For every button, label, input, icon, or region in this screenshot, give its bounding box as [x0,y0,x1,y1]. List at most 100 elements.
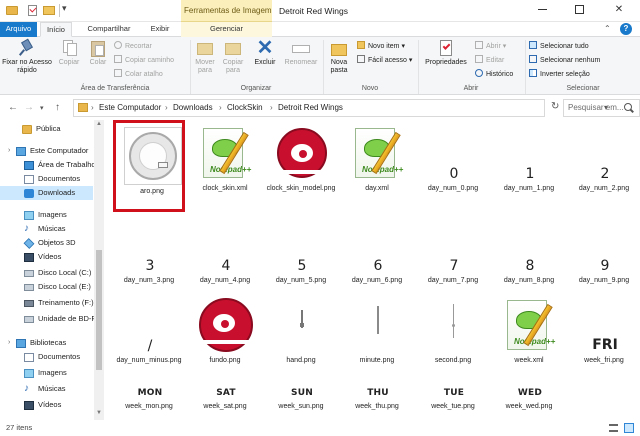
large-icons-view-icon[interactable] [624,423,634,433]
navigation-pane-scrollbar[interactable]: ▲ ▼ [94,120,104,420]
properties-quick-access-icon[interactable] [26,4,40,17]
nav-item[interactable]: ♪ Músicas [0,382,93,396]
breadcrumb-detroit-red-wings[interactable]: Detroit Red Wings [278,103,343,112]
breadcrumb-clockskin[interactable]: ClockSkin [227,103,263,112]
rename-button[interactable]: Renomear [282,39,320,67]
nav-item[interactable]: ♪ Músicas [0,222,93,236]
scroll-down-arrow-icon[interactable]: ▼ [96,410,102,416]
nav-item[interactable]: Área de Trabalho [0,158,96,172]
tab-home[interactable]: Início [40,22,72,37]
collapse-ribbon-chevron-up-icon[interactable]: ⌃ [604,24,611,33]
maximize-button[interactable] [564,0,594,21]
tab-manage[interactable]: Gerenciar [181,22,272,37]
tab-file[interactable]: Arquivo [0,22,37,37]
select-none-button[interactable]: Selecionar nenhum [529,55,600,65]
breadcrumb-downloads[interactable]: Downloads [173,103,213,112]
edit-button[interactable]: Editar [475,55,504,65]
delete-button[interactable]: ✕ Excluir [251,38,279,67]
open-group-label: Abrir [463,85,479,92]
pin-quick-access-button[interactable]: Fixar no Acesso rápido [2,38,52,75]
file-item[interactable]: SAT week_sat.png [189,376,261,416]
nav-item[interactable]: Disco Local (E:) [0,280,93,294]
select-all-button[interactable]: Selecionar tudo [529,41,589,51]
breadcrumb-separator[interactable]: › [165,103,168,112]
recent-locations-chevron-down-icon[interactable]: ▾ [40,104,44,112]
breadcrumb-separator[interactable]: › [91,103,94,112]
file-name: day_num_7.png [427,277,479,284]
new-folder-quick-access-icon[interactable] [42,4,56,17]
breadcrumb-this-pc[interactable]: Este Computador [99,103,161,112]
file-item[interactable]: THU week_thu.png [341,376,413,416]
address-bar[interactable]: › Este Computador › Downloads › ClockSki… [73,99,608,117]
move-to-button[interactable]: Mover para [191,39,219,75]
file-item[interactable]: 4 day_num_4.png [189,250,261,290]
nav-item[interactable]: Disco Local (C:) [0,266,93,280]
nav-item[interactable]: Downloads [0,186,93,200]
minimize-button[interactable] [527,0,557,21]
cut-button[interactable]: Recortar [114,41,152,51]
file-item[interactable]: 3 day_num_3.png [113,250,185,290]
file-item[interactable]: FRI week_fri.png [568,292,640,384]
folder-icon[interactable] [5,4,19,17]
file-item[interactable]: TUE week_tue.png [417,376,489,416]
file-item[interactable]: SUN week_sun.png [265,376,337,416]
scrollbar-thumb[interactable] [96,250,102,370]
refresh-icon[interactable]: ↻ [551,101,559,112]
expand-chevron-icon[interactable]: › [8,144,10,158]
tab-view[interactable]: Exibir [148,22,172,37]
help-icon[interactable]: ? [620,23,632,35]
copy-button[interactable]: Copiar [55,39,83,67]
file-item[interactable]: MON week_mon.png [113,376,185,416]
file-item[interactable]: 7 day_num_7.png [417,250,489,290]
paste-button[interactable]: Colar [84,39,112,67]
properties-label: Propriedades [425,59,467,66]
paste-shortcut-button[interactable]: Colar atalho [114,69,163,79]
up-arrow-icon[interactable]: ↑ [55,102,60,113]
tab-share[interactable]: Compartilhar [83,22,135,37]
copy-to-button[interactable]: Copiar para [219,39,247,75]
file-item[interactable]: 5 day_num_5.png [265,250,337,290]
forward-arrow-icon[interactable]: → [24,102,34,113]
file-item[interactable]: clock_skin_model.png [265,120,337,212]
file-item[interactable]: Notepad++ clock_skin.xml [189,120,261,212]
nav-item[interactable]: Documentos [0,172,93,186]
properties-button[interactable]: Propriedades [421,39,471,67]
nav-item[interactable]: Documentos [0,350,93,364]
open-button[interactable]: Abrir ▾ [475,41,506,51]
nav-item[interactable]: › Bibliotecas [0,336,93,350]
new-item-button[interactable]: Novo item ▾ [357,41,405,51]
nav-item[interactable]: Treinamento (F:) [0,296,94,310]
expand-chevron-icon[interactable]: › [8,336,10,350]
nav-item[interactable]: Objetos 3D [0,236,93,250]
nav-item[interactable]: Imagens [0,208,93,222]
nav-item[interactable]: Vídeos [0,398,93,412]
close-button[interactable]: ✕ [604,0,634,21]
scroll-up-arrow-icon[interactable]: ▲ [96,121,102,127]
file-item[interactable]: Notepad++ day.xml [341,120,413,212]
search-input[interactable]: Pesquisar em... [563,99,640,117]
nav-item[interactable]: Pública [0,122,93,136]
file-item[interactable]: 6 day_num_6.png [341,250,413,290]
file-item[interactable]: 8 day_num_8.png [493,250,565,290]
nav-item[interactable]: Unidade de BD-R [0,312,97,326]
nav-item[interactable]: Imagens [0,366,93,380]
customize-quick-access-chevron-down-icon[interactable]: ▾ [62,3,67,14]
easy-access-button[interactable]: Fácil acesso ▾ [357,55,412,65]
details-view-icon[interactable] [609,424,618,432]
open-icon [475,41,483,49]
nav-item[interactable]: Vídeos [0,250,93,264]
file-item[interactable]: 9 day_num_9.png [568,250,640,290]
file-item[interactable]: 1 day_num_1.png [493,120,565,212]
nav-item[interactable]: › Este Computador [0,144,93,158]
invert-selection-button[interactable]: Inverter seleção [529,69,590,79]
breadcrumb-separator[interactable]: › [270,103,273,112]
back-arrow-icon[interactable]: ← [8,102,18,113]
file-item[interactable]: aro.png [113,120,185,212]
copy-path-button[interactable]: Copiar caminho [114,55,174,65]
file-item[interactable]: 2 day_num_2.png [568,120,640,212]
new-folder-button[interactable]: Nova pasta [325,39,353,75]
file-item[interactable]: WED week_wed.png [493,376,565,416]
file-item[interactable]: 0 day_num_0.png [417,120,489,212]
breadcrumb-separator[interactable]: › [219,103,222,112]
history-button[interactable]: Histórico [475,69,513,79]
